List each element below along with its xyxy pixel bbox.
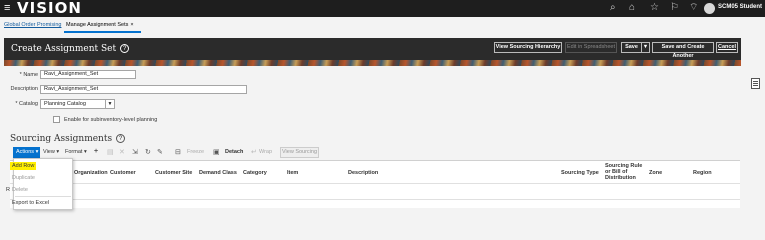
home-icon[interactable]: ⌂ (629, 2, 635, 14)
menu-item-duplicate[interactable]: Duplicate (12, 175, 35, 181)
wrap-icon[interactable]: ↵ (251, 148, 257, 156)
column-header-customer-site[interactable]: Customer Site (155, 170, 192, 176)
menu-icon[interactable]: ≡ (4, 3, 10, 14)
name-field[interactable]: Ravi_Assignment_Set (40, 70, 136, 79)
avatar[interactable] (704, 3, 715, 14)
view-menu[interactable]: View ▾ (43, 149, 59, 155)
brand-logo[interactable]: VISION (17, 0, 82, 17)
search-icon[interactable]: ⌕ (610, 2, 616, 14)
view-sourcing-button[interactable]: View Sourcing (280, 147, 319, 158)
subinventory-label: Enable for subinventory-level planning (64, 117, 158, 123)
catalog-value: Planning Catalog (44, 101, 86, 107)
menu-item-add-row[interactable]: Add Row (10, 162, 37, 170)
tab-manage-assignment-sets[interactable]: Manage Assignment Sets × (66, 22, 134, 28)
page-title-text: Create Assignment Set (11, 44, 117, 54)
actions-menu-button[interactable]: Actions ▾ (13, 147, 40, 158)
table-divider (10, 199, 740, 200)
column-header-region[interactable]: Region (693, 170, 712, 176)
row-fragment: R (6, 187, 10, 193)
column-header-customer[interactable]: Customer (110, 170, 136, 176)
save-dropdown-button[interactable]: ▼ (641, 42, 650, 53)
add-icon[interactable]: + (94, 148, 98, 155)
wrap-button[interactable]: Wrap (259, 149, 272, 155)
required-mark: * (19, 72, 22, 78)
name-label-text: Name (23, 72, 38, 78)
edit-in-spreadsheet-button[interactable]: Edit in Spreadsheet (565, 42, 617, 53)
catalog-label: * Catalog (4, 101, 38, 107)
save-and-create-another-button[interactable]: Save and Create Another (652, 42, 714, 59)
help-icon[interactable]: ? (116, 134, 126, 143)
side-panel (742, 34, 765, 224)
star-icon[interactable]: ☆ (650, 2, 659, 14)
sourcing-rule-line3: Distribution (605, 175, 636, 181)
catalog-select[interactable]: Planning Catalog ▼ (40, 99, 115, 109)
export-icon[interactable]: ⇲ (132, 148, 138, 156)
tab-global-order-promising[interactable]: Global Order Promising (4, 22, 61, 28)
column-header-zone[interactable]: Zone (649, 170, 662, 176)
page-header: Create Assignment Set? View Sourcing Hie… (4, 38, 741, 60)
delete-icon[interactable]: ✕ (119, 148, 125, 156)
view-sourcing-hierarchy-button[interactable]: View Sourcing Hierarchy (494, 42, 562, 53)
name-label: * Name (10, 72, 38, 78)
chevron-down-icon[interactable]: ▼ (105, 100, 114, 108)
column-header-category[interactable]: Category (243, 170, 267, 176)
format-menu[interactable]: Format ▾ (65, 149, 87, 155)
column-header-organization[interactable]: Organization (74, 170, 108, 176)
description-label: Description (10, 86, 38, 92)
table-divider (10, 183, 740, 184)
help-icon[interactable]: ? (120, 44, 130, 53)
column-header-sourcing-rule[interactable]: Sourcing Rule or Bill of Distribution (605, 163, 642, 181)
menu-item-delete[interactable]: Delete (12, 187, 28, 193)
column-header-sourcing-type[interactable]: Sourcing Type (561, 170, 599, 176)
menu-item-export-to-excel[interactable]: Export to Excel (12, 200, 49, 206)
description-field[interactable]: Ravi_Assignment_Set (40, 85, 247, 94)
duplicate-icon[interactable]: ▤ (107, 148, 114, 156)
section-title-text: Sourcing Assignments (10, 134, 113, 144)
decorative-banner (4, 60, 741, 66)
cancel-button[interactable]: Cancel (716, 42, 738, 53)
freeze-icon[interactable]: ⊟ (175, 148, 181, 156)
page-list-icon[interactable] (751, 78, 760, 89)
user-menu[interactable]: SCM05 Student (718, 4, 762, 10)
flag-icon[interactable]: ⚐ (670, 2, 679, 14)
detach-icon[interactable]: ▣ (213, 148, 220, 156)
detach-button[interactable]: Detach (225, 149, 243, 155)
tab-label: Manage Assignment Sets (66, 22, 129, 28)
catalog-label-text: Catalog (19, 101, 38, 107)
menu-separator (15, 196, 71, 197)
freeze-button[interactable]: Freeze (187, 149, 204, 155)
save-button[interactable]: Save (621, 42, 641, 53)
section-title: Sourcing Assignments? (10, 134, 126, 144)
refresh-icon[interactable]: ↻ (145, 148, 151, 156)
page-title: Create Assignment Set? (11, 44, 130, 54)
subinventory-checkbox[interactable] (53, 116, 60, 123)
column-header-item[interactable]: Item (287, 170, 298, 176)
global-header: ≡ VISION ⌕ ⌂ ☆ ⚐ ⌔ SCM05 Student (0, 0, 765, 17)
column-header-demand-class[interactable]: Demand Class (199, 170, 237, 176)
edit-icon[interactable]: ✎ (157, 148, 163, 156)
active-tab-indicator (64, 31, 141, 33)
close-tab-icon[interactable]: × (130, 22, 133, 28)
bell-icon[interactable]: ⌔ (689, 2, 698, 14)
column-header-description[interactable]: Description (348, 170, 378, 176)
required-mark: * (15, 101, 18, 107)
